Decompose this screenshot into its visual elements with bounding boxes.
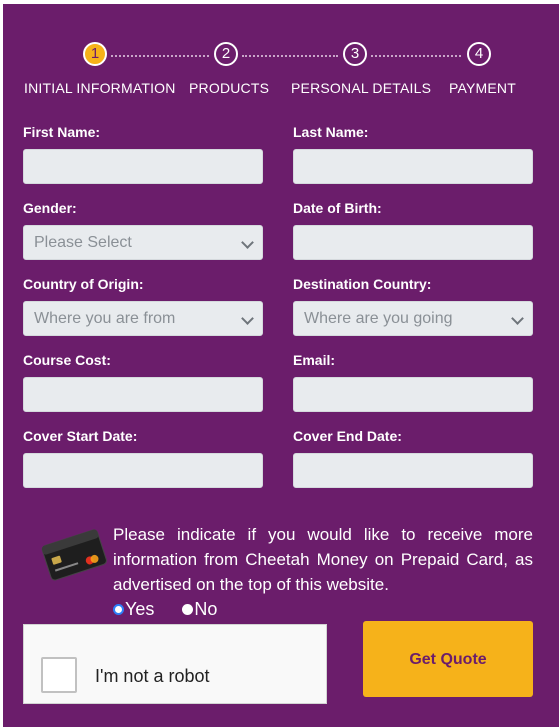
gender-select[interactable]: Please Select xyxy=(23,225,263,260)
chevron-down-icon xyxy=(241,312,254,325)
step-connector xyxy=(371,55,461,57)
origin-select[interactable]: Where you are from xyxy=(23,301,263,336)
gender-label: Gender: xyxy=(23,200,77,216)
destination-select-value: Where are you going xyxy=(304,310,453,327)
origin-label: Country of Origin: xyxy=(23,276,144,292)
recaptcha-label: I'm not a robot xyxy=(95,666,210,686)
progress-steps: 1 2 3 4 INITIAL INFORMATION PRODUCTS PER… xyxy=(3,42,559,102)
dob-field[interactable] xyxy=(293,225,533,260)
step-1-label: INITIAL INFORMATION xyxy=(24,80,176,96)
origin-select-value: Where you are from xyxy=(34,310,176,327)
promo-opt-in: Yes No xyxy=(113,599,217,620)
first-name-field[interactable] xyxy=(23,149,263,184)
recaptcha-widget: I'm not a robot xyxy=(23,624,327,704)
last-name-label: Last Name: xyxy=(293,124,369,140)
dob-label: Date of Birth: xyxy=(293,200,382,216)
step-2-indicator: 2 xyxy=(214,42,238,66)
prepaid-card-image xyxy=(41,529,107,581)
cover-end-label: Cover End Date: xyxy=(293,428,402,444)
destination-label: Destination Country: xyxy=(293,276,432,292)
destination-select[interactable]: Where are you going xyxy=(293,301,533,336)
step-connector xyxy=(242,55,338,57)
step-1-indicator: 1 xyxy=(83,42,107,66)
cover-end-field[interactable] xyxy=(293,453,533,488)
step-2-label: PRODUCTS xyxy=(189,80,270,96)
get-quote-button[interactable]: Get Quote xyxy=(363,621,533,697)
first-name-label: First Name: xyxy=(23,124,101,140)
gender-select-value: Please Select xyxy=(34,234,132,251)
last-name-field[interactable] xyxy=(293,149,533,184)
no-radio[interactable] xyxy=(182,603,194,615)
chevron-down-icon xyxy=(511,312,524,325)
cover-start-label: Cover Start Date: xyxy=(23,428,138,444)
no-radio-label: No xyxy=(194,599,218,619)
email-field[interactable] xyxy=(293,377,533,412)
step-3-indicator: 3 xyxy=(343,42,367,66)
recaptcha-checkbox[interactable] xyxy=(41,657,77,693)
yes-radio[interactable] xyxy=(113,603,124,615)
cover-start-field[interactable] xyxy=(23,453,263,488)
email-label: Email: xyxy=(293,352,336,368)
step-3-label: PERSONAL DETAILS xyxy=(291,80,432,96)
course-cost-label: Course Cost: xyxy=(23,352,111,368)
yes-radio-label: Yes xyxy=(125,599,155,619)
step-4-label: PAYMENT xyxy=(449,80,516,96)
step-connector xyxy=(111,55,209,57)
step-4-indicator: 4 xyxy=(467,42,491,66)
promo-text: Please indicate if you would like to rec… xyxy=(113,525,533,594)
quote-form-panel: 1 2 3 4 INITIAL INFORMATION PRODUCTS PER… xyxy=(3,4,559,727)
chevron-down-icon xyxy=(241,236,254,249)
course-cost-field[interactable] xyxy=(23,377,263,412)
